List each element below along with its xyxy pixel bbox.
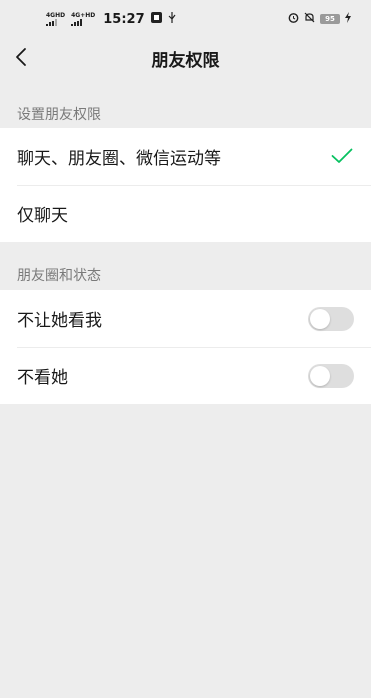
row-hide-my-posts: 不让她看我: [0, 290, 371, 347]
hide-her-posts-toggle[interactable]: [308, 364, 354, 388]
moments-group: 不让她看我 不看她: [0, 290, 371, 404]
toggle-knob: [310, 366, 330, 386]
mute-icon: [304, 12, 315, 26]
charging-icon: [345, 12, 351, 26]
status-right: 95: [288, 12, 371, 26]
notification-app-icon: [150, 12, 162, 26]
permissions-group: 聊天、朋友圈、微信运动等 仅聊天: [0, 128, 371, 242]
nav-bar: 朋友权限: [0, 38, 371, 76]
checkmark-icon: [331, 148, 353, 163]
option-label: 仅聊天: [17, 206, 68, 226]
hide-my-posts-toggle[interactable]: [308, 307, 354, 331]
alarm-icon: [288, 12, 299, 26]
section-label-permissions: 设置朋友权限: [17, 107, 101, 123]
toggle-knob: [310, 309, 330, 329]
toggle-label: 不看她: [17, 368, 68, 388]
row-hide-her-posts: 不看她: [0, 347, 371, 404]
signal-sim1-icon: 4GHD: [46, 12, 65, 26]
usb-icon: [168, 12, 176, 26]
clock: 15:27: [103, 11, 145, 27]
page-title: 朋友权限: [151, 51, 220, 71]
option-label: 聊天、朋友圈、微信运动等: [17, 149, 221, 169]
toggle-label: 不让她看我: [17, 311, 102, 331]
signal-sim2-icon: 4G+HD: [71, 12, 95, 26]
status-left: 4GHD 4G+HD 15:27: [0, 12, 176, 27]
section-label-moments: 朋友圈和状态: [17, 268, 101, 284]
option-chat-moments-werun[interactable]: 聊天、朋友圈、微信运动等: [0, 128, 371, 185]
status-bar: 4GHD 4G+HD 15:27 95: [0, 0, 371, 38]
option-chat-only[interactable]: 仅聊天: [0, 185, 371, 242]
battery-icon: 95: [320, 14, 340, 24]
